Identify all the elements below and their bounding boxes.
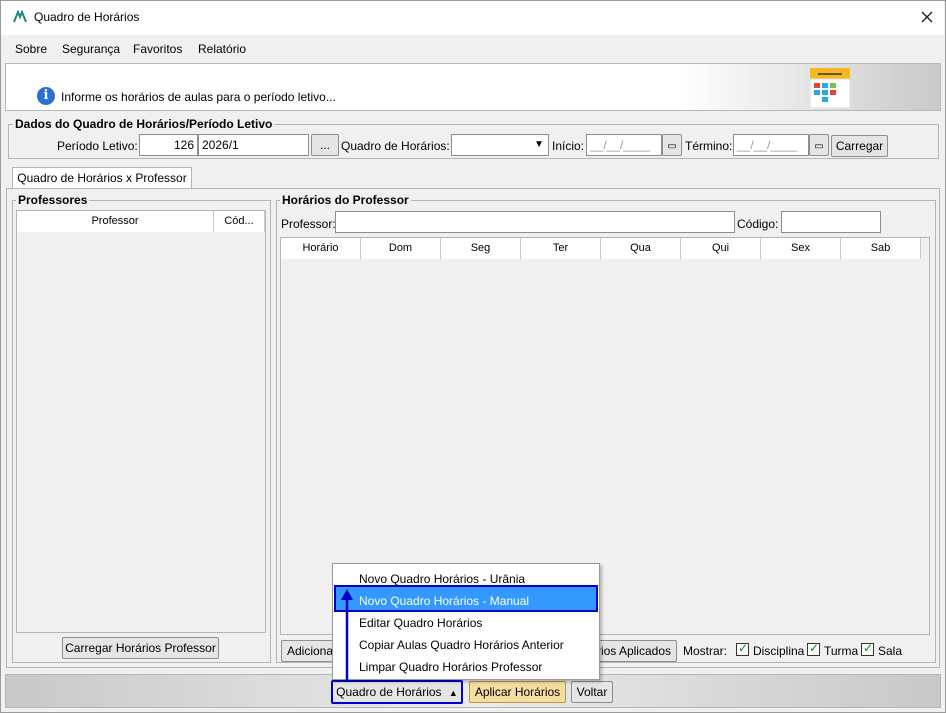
professor-field[interactable] <box>335 211 735 233</box>
periodo-value-field[interactable]: 2026/1 <box>198 134 309 156</box>
quadro-horarios-menu-button[interactable]: Quadro de Horários ▲ <box>331 680 463 704</box>
voltar-button[interactable]: Voltar <box>571 681 613 703</box>
calendar-small-icon: ▭ <box>814 141 824 152</box>
info-icon: i <box>37 87 55 105</box>
sala-checkbox[interactable] <box>861 641 874 659</box>
turma-label: Turma <box>824 644 859 658</box>
periodo-label: Período Letivo: <box>57 139 138 153</box>
menu-item-novo-urania[interactable]: Novo Quadro Horários - Urânia <box>359 572 525 586</box>
horarios-aplicados-button[interactable]: rios Aplicados <box>590 640 677 662</box>
horarios-title: Horários do Professor <box>280 193 411 207</box>
inicio-field[interactable]: __/__/____ <box>586 134 662 156</box>
turma-checkbox[interactable] <box>807 641 820 659</box>
chevron-down-icon: ▼ <box>534 139 544 150</box>
window-title: Quadro de Horários <box>34 10 140 24</box>
codigo-label: Código: <box>737 217 779 231</box>
close-icon[interactable] <box>918 8 936 26</box>
col-professor[interactable]: Professor <box>17 211 214 232</box>
disciplina-label: Disciplina <box>753 644 805 658</box>
horarios-header: Horário Dom Seg Ter Qua Qui Sex Sab <box>281 238 921 259</box>
menu-item-copiar[interactable]: Copiar Aulas Quadro Horários Anterior <box>359 638 564 652</box>
inicio-label: Início: <box>552 139 585 153</box>
col-horario[interactable]: Horário <box>281 238 361 259</box>
codigo-field[interactable] <box>781 211 881 233</box>
sala-label: Sala <box>878 644 903 658</box>
col-qua[interactable]: Qua <box>601 238 681 259</box>
calendar-small-icon: ▭ <box>667 141 677 152</box>
col-seg[interactable]: Seg <box>441 238 521 259</box>
col-ter[interactable]: Ter <box>521 238 601 259</box>
col-qui[interactable]: Qui <box>681 238 761 259</box>
quadro-select[interactable]: ▼ <box>451 134 549 156</box>
menu-favoritos[interactable]: Favoritos <box>133 42 182 56</box>
professores-table[interactable]: Professor Cód... <box>16 210 266 633</box>
menu-item-editar[interactable]: Editar Quadro Horários <box>359 616 482 630</box>
periodo-lookup-button[interactable]: ... <box>311 134 339 156</box>
aplicar-horarios-button[interactable]: Aplicar Horários <box>469 681 566 703</box>
carregar-horarios-professor-button[interactable]: Carregar Horários Professor <box>62 637 219 659</box>
inicio-calendar-button[interactable]: ▭ <box>662 134 682 156</box>
periodo-code-field[interactable]: 126 <box>139 134 198 156</box>
termino-calendar-button[interactable]: ▭ <box>809 134 829 156</box>
quadro-label: Quadro de Horários: <box>341 139 450 153</box>
menu-sobre[interactable]: Sobre <box>15 42 47 56</box>
col-dom[interactable]: Dom <box>361 238 441 259</box>
menu-seguranca[interactable]: Segurança <box>62 42 120 56</box>
tab-quadro-professor[interactable]: Quadro de Horários x Professor <box>12 167 192 189</box>
annotation-arrow <box>340 588 354 682</box>
menu-relatorio[interactable]: Relatório <box>198 42 246 56</box>
menu-item-novo-manual[interactable]: Novo Quadro Horários - Manual <box>359 594 529 608</box>
menu-item-limpar[interactable]: Limpar Quadro Horários Professor <box>359 660 542 674</box>
professores-header: Professor Cód... <box>17 211 265 232</box>
info-text: Informe os horários de aulas para o perí… <box>61 90 336 104</box>
quadro-horarios-label: Quadro de Horários <box>336 685 442 699</box>
col-sex[interactable]: Sex <box>761 238 841 259</box>
mostrar-label: Mostrar: <box>683 644 728 658</box>
calendar-icon <box>809 68 851 109</box>
carregar-button[interactable]: Carregar <box>831 135 888 157</box>
dados-title: Dados do Quadro de Horários/Período Leti… <box>13 117 275 131</box>
professores-title: Professores <box>16 193 90 207</box>
termino-label: Término: <box>685 139 733 153</box>
col-codigo[interactable]: Cód... <box>214 211 265 232</box>
professor-label: Professor: <box>281 217 336 231</box>
disciplina-checkbox[interactable] <box>736 641 749 659</box>
app-logo-icon <box>13 9 27 27</box>
title-bar <box>1 1 944 35</box>
col-sab[interactable]: Sab <box>841 238 921 259</box>
quadro-horarios-popup-menu: Novo Quadro Horários - Urânia Novo Quadr… <box>332 563 600 680</box>
caret-up-icon: ▲ <box>448 688 458 698</box>
termino-field[interactable]: __/__/____ <box>733 134 809 156</box>
